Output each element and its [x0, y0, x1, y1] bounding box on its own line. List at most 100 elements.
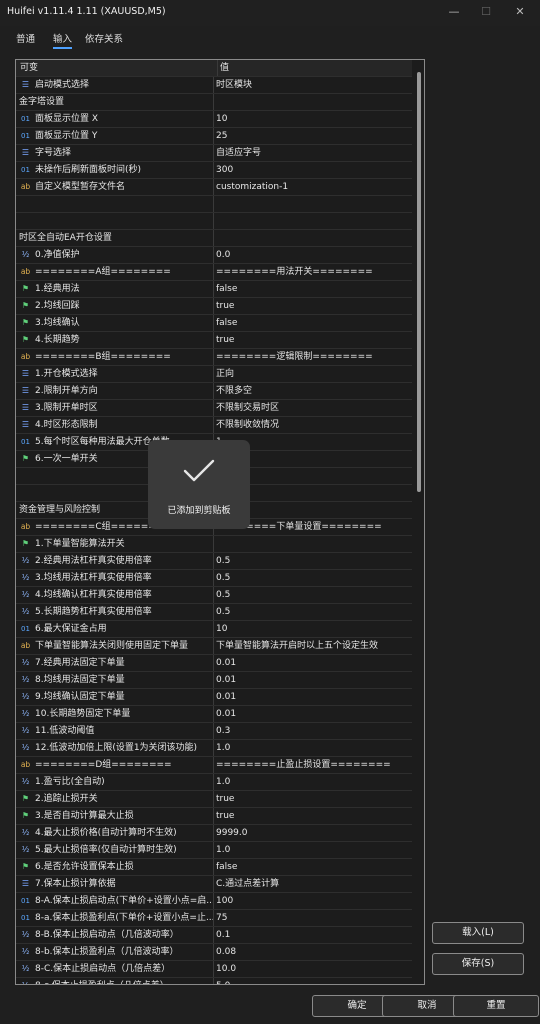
parameter-value-cell[interactable]: ========逻辑限制======== — [216, 349, 410, 365]
table-row[interactable]: ½ 5.长期趋势杠杆真实使用倍率 0.5 — [16, 604, 412, 621]
parameter-value-cell[interactable]: 9999.0 — [216, 825, 410, 841]
parameter-value-cell[interactable]: 正向 — [216, 366, 410, 382]
parameter-value-cell[interactable]: 1.0 — [216, 842, 410, 858]
table-row[interactable]: ⚑ 2.追踪止损开关 true — [16, 791, 412, 808]
table-row[interactable]: ½ 2.经典用法杠杆真实使用倍率 0.5 — [16, 553, 412, 570]
table-row[interactable]: ☰ 1.开仓模式选择 正向 — [16, 366, 412, 383]
parameter-value-cell[interactable]: 时区模块 — [216, 77, 410, 93]
reset-button[interactable]: 重置 — [453, 995, 539, 1017]
table-row[interactable]: ⚑ 3.均线确认 false — [16, 315, 412, 332]
table-group-row[interactable]: 时区全自动EA开仓设置 — [16, 230, 412, 247]
table-row[interactable]: ½ 8-b.保本止损盈利点（几倍波动率） 0.08 — [16, 944, 412, 961]
parameter-value-cell[interactable]: true — [216, 332, 410, 348]
table-row[interactable]: ab 下单量智能算法关闭则使用固定下单量 下单量智能算法开启时以上五个设定生效 — [16, 638, 412, 655]
table-row[interactable]: 01 8-A.保本止损启动点(下单价+设置小点=启... 100 — [16, 893, 412, 910]
parameter-value-cell[interactable]: 0.01 — [216, 706, 410, 722]
maximize-icon[interactable]: ☐ — [476, 4, 496, 20]
table-row[interactable]: ⚑ 1.经典用法 false — [16, 281, 412, 298]
parameter-value-cell[interactable]: false — [216, 281, 410, 297]
load-button[interactable]: 载入(L) — [432, 922, 524, 944]
parameter-value-cell[interactable]: C.通过点差计算 — [216, 876, 410, 892]
close-icon[interactable]: ✕ — [510, 4, 530, 20]
table-row[interactable]: ½ 9.均线确认固定下单量 0.01 — [16, 689, 412, 706]
parameter-value-cell[interactable]: 10.0 — [216, 961, 410, 977]
table-row[interactable]: 01 面板显示位置 X 10 — [16, 111, 412, 128]
table-row[interactable]: ⚑ 3.是否自动计算最大止损 true — [16, 808, 412, 825]
parameter-value-cell[interactable]: 不限制收敛情况 — [216, 417, 410, 433]
parameter-value-cell[interactable]: 10 — [216, 111, 410, 127]
parameter-value-cell[interactable]: 0.5 — [216, 587, 410, 603]
table-row[interactable]: ☰ 4.时区形态限制 不限制收敛情况 — [16, 417, 412, 434]
table-row[interactable]: ☰ 字号选择 自适应字号 — [16, 145, 412, 162]
table-row[interactable]: 01 未操作后刷新面板时间(秒) 300 — [16, 162, 412, 179]
parameter-value-cell[interactable]: 0.01 — [216, 672, 410, 688]
parameter-value-cell[interactable]: 0.08 — [216, 944, 410, 960]
parameter-value-cell[interactable] — [216, 230, 410, 246]
table-row[interactable]: ⚑ 2.均线回踩 true — [16, 298, 412, 315]
table-row[interactable]: ½ 10.长期趋势固定下单量 0.01 — [16, 706, 412, 723]
table-row[interactable]: ⚑ 1.下单量智能算法开关 — [16, 536, 412, 553]
parameter-value-cell[interactable] — [216, 94, 410, 110]
parameter-value-cell[interactable]: true — [216, 298, 410, 314]
minimize-icon[interactable]: — — [444, 4, 464, 20]
table-row[interactable]: ½8-c.保本止损盈利点（几倍点差）5.0 — [16, 978, 412, 984]
parameter-value-cell[interactable]: 25 — [216, 128, 410, 144]
table-row[interactable]: ☰ 3.限制开单时区 不限制交易时区 — [16, 400, 412, 417]
table-row[interactable]: 01 面板显示位置 Y 25 — [16, 128, 412, 145]
table-row[interactable]: ½ 12.低波动加倍上限(设置1为关闭该功能) 1.0 — [16, 740, 412, 757]
parameter-value-cell[interactable]: customization-1 — [216, 179, 410, 195]
parameter-value-cell[interactable]: 不限制交易时区 — [216, 400, 410, 416]
table-row[interactable]: ½ 8-B.保本止损启动点（几倍波动率） 0.1 — [16, 927, 412, 944]
tab-dependencies[interactable]: 依存关系 — [85, 31, 123, 45]
table-row[interactable]: ☰ 2.限制开单方向 不限多空 — [16, 383, 412, 400]
save-button[interactable]: 保存(S) — [432, 953, 524, 975]
parameter-value-cell[interactable]: true — [216, 808, 410, 824]
table-row[interactable]: ½ 8-C.保本止损启动点（几倍点差） 10.0 — [16, 961, 412, 978]
parameter-value-cell[interactable]: 自适应字号 — [216, 145, 410, 161]
parameter-value-cell[interactable]: 0.3 — [216, 723, 410, 739]
parameter-value-cell[interactable]: false — [216, 315, 410, 331]
parameter-value-cell[interactable]: 0.01 — [216, 655, 410, 671]
table-row[interactable]: ⚑ 6.是否允许设置保本止损 false — [16, 859, 412, 876]
parameter-value-cell[interactable]: 75 — [216, 910, 410, 926]
parameter-value-cell[interactable]: ========用法开关======== — [216, 264, 410, 280]
parameter-value-cell[interactable]: 0.0 — [216, 247, 410, 263]
table-row[interactable]: ½ 0.净值保护 0.0 — [16, 247, 412, 264]
parameter-value-cell[interactable] — [216, 196, 410, 212]
table-row[interactable]: 01 8-a.保本止损盈利点(下单价+设置小点=止... 75 — [16, 910, 412, 927]
parameter-value-cell[interactable]: ========止盈止损设置======== — [216, 757, 410, 773]
parameter-value-cell[interactable]: 1.0 — [216, 740, 410, 756]
parameter-value-cell[interactable]: 不限多空 — [216, 383, 410, 399]
table-row[interactable]: ½ 4.最大止损价格(自动计算时不生效) 9999.0 — [16, 825, 412, 842]
parameter-value-cell[interactable]: 0.5 — [216, 553, 410, 569]
table-row[interactable]: ab 自定义模型暂存文件名 customization-1 — [16, 179, 412, 196]
table-row[interactable]: ½ 7.经典用法固定下单量 0.01 — [16, 655, 412, 672]
table-row[interactable]: ½ 8.均线用法固定下单量 0.01 — [16, 672, 412, 689]
parameter-value-cell[interactable]: 300 — [216, 162, 410, 178]
parameter-value-cell[interactable]: 0.5 — [216, 604, 410, 620]
table-row[interactable]: ½ 4.均线确认杠杆真实使用倍率 0.5 — [16, 587, 412, 604]
table-row[interactable]: ½ 1.盈亏比(全自动) 1.0 — [16, 774, 412, 791]
parameter-value-cell[interactable]: 10 — [216, 621, 410, 637]
table-row[interactable]: ½ 3.均线用法杠杆真实使用倍率 0.5 — [16, 570, 412, 587]
table-row[interactable]: ab ========D组======== ========止盈止损设置======… — [16, 757, 412, 774]
parameter-value-cell[interactable]: 5.0 — [216, 978, 410, 984]
parameter-value-cell[interactable] — [216, 213, 410, 229]
table-row[interactable]: ab ========B组======== ========逻辑限制======== — [16, 349, 412, 366]
parameter-value-cell[interactable]: 下单量智能算法开启时以上五个设定生效 — [216, 638, 410, 654]
tab-inputs[interactable]: 输入 — [53, 31, 73, 49]
table-row[interactable]: ⚑ 4.长期趋势 true — [16, 332, 412, 349]
scrollbar-thumb[interactable] — [417, 72, 421, 492]
table-row[interactable]: ab ========A组======== ========用法开关======== — [16, 264, 412, 281]
parameter-value-cell[interactable]: 0.01 — [216, 689, 410, 705]
parameter-value-cell[interactable]: 0.5 — [216, 570, 410, 586]
table-row[interactable]: ½ 5.最大止损倍率(仅自动计算时生效) 1.0 — [16, 842, 412, 859]
vertical-scrollbar[interactable] — [416, 64, 422, 978]
parameter-value-cell[interactable]: 100 — [216, 893, 410, 909]
table-row[interactable]: ☰ 7.保本止损计算依据 C.通过点差计算 — [16, 876, 412, 893]
table-group-row[interactable] — [16, 213, 412, 230]
table-row[interactable]: ☰ 启动模式选择 时区模块 — [16, 77, 412, 94]
table-row[interactable]: ½ 11.低波动阈值 0.3 — [16, 723, 412, 740]
tab-general[interactable]: 普通 — [16, 31, 35, 45]
table-group-row[interactable]: 金字塔设置 — [16, 94, 412, 111]
